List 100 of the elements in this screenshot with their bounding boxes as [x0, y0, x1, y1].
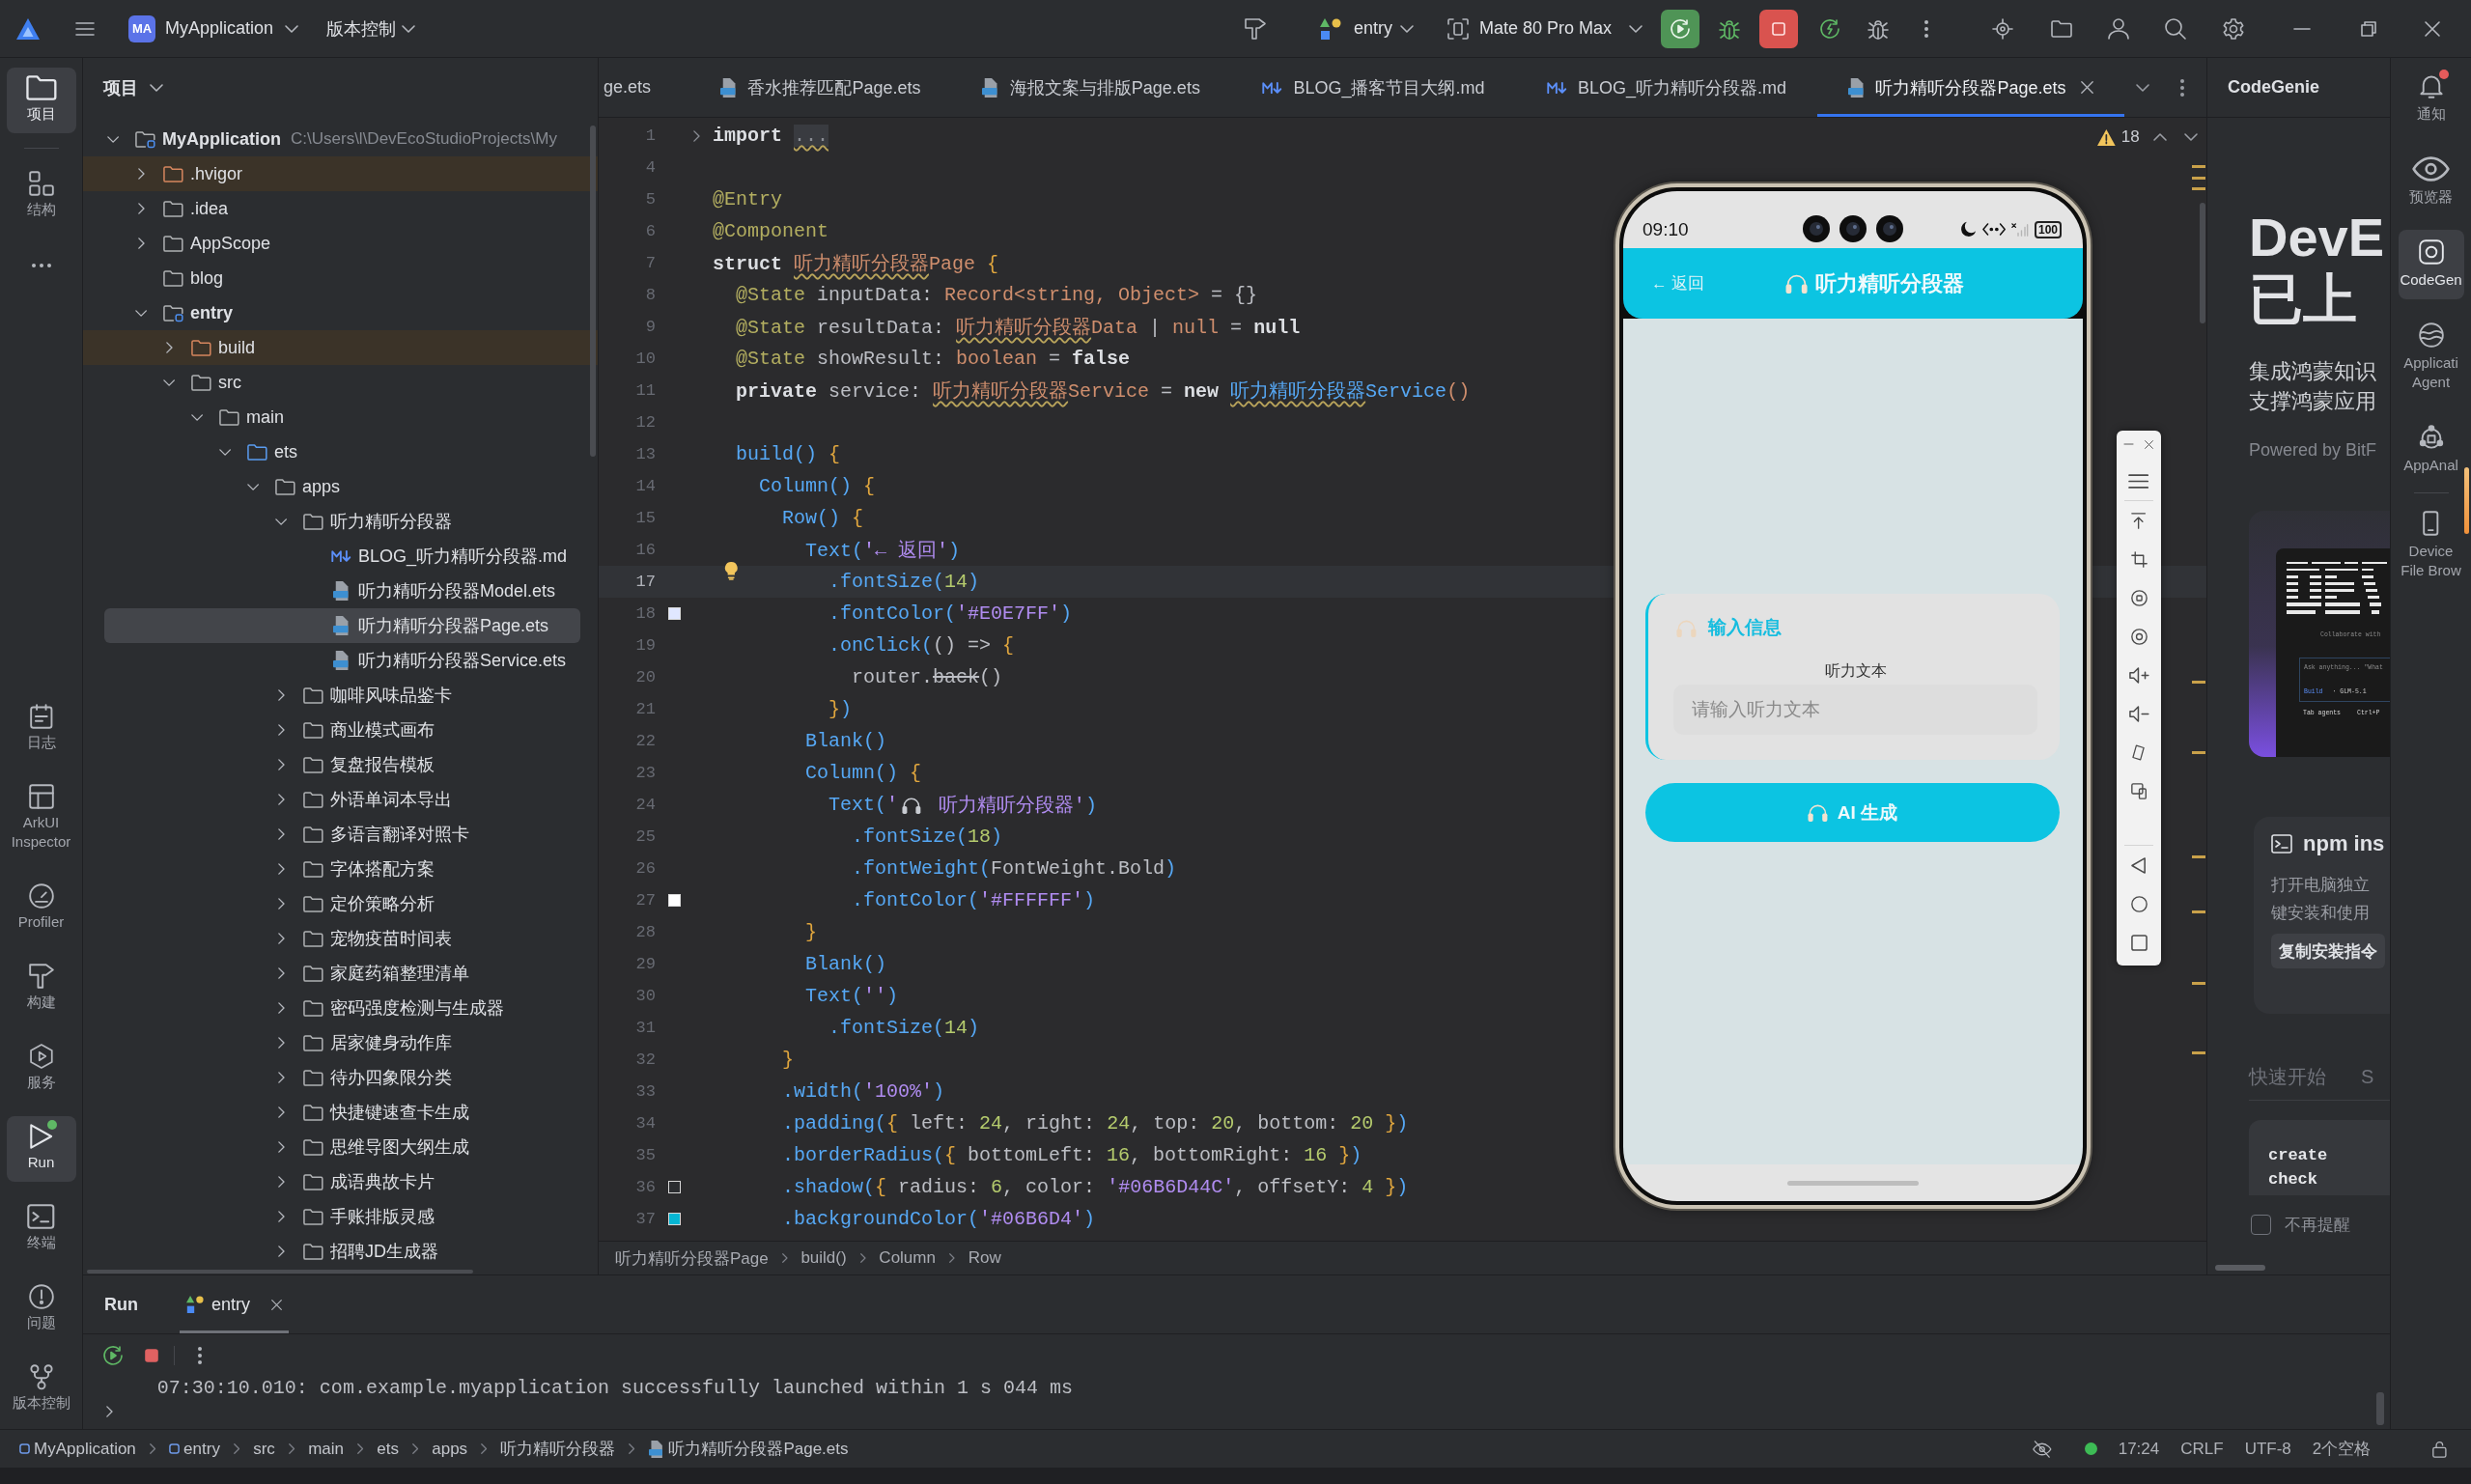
run-config-menu[interactable]: entry [1319, 17, 1414, 40]
run-tab[interactable]: entry [180, 1275, 290, 1333]
chevron-right-icon[interactable] [137, 203, 145, 214]
breadcrumb-item[interactable]: Row [968, 1248, 1001, 1268]
tree-item[interactable]: 居家健身动作库 [272, 1025, 452, 1060]
chevron-right-icon[interactable] [277, 1072, 285, 1083]
chevron-right-icon[interactable] [137, 238, 145, 249]
color-swatch-icon[interactable] [668, 1181, 681, 1193]
target-icon[interactable] [1992, 17, 2013, 40]
tree-item[interactable]: 多语言翻译对照卡 [272, 817, 469, 852]
user-icon[interactable] [2108, 17, 2129, 40]
scrollbar-thumb[interactable] [2200, 203, 2205, 323]
scrollbar-thumb[interactable] [87, 1270, 473, 1274]
tool-window-button[interactable]: 服务 [6, 1036, 76, 1102]
tool-window-button[interactable]: Run [6, 1116, 76, 1182]
chevron-right-icon[interactable] [277, 1106, 285, 1118]
bug-icon[interactable] [1719, 17, 1740, 40]
breadcrumb-item[interactable]: Column [879, 1248, 936, 1268]
tool-window-button[interactable]: 项目 [6, 68, 76, 133]
more-icon[interactable] [31, 264, 51, 267]
chevron-down-icon[interactable] [134, 309, 148, 317]
stop-icon[interactable] [145, 1349, 158, 1362]
chevron-down-icon[interactable] [218, 448, 232, 456]
more-icon[interactable] [1924, 19, 1928, 38]
tree-item[interactable]: build [83, 330, 598, 365]
ring-dot-icon[interactable] [2130, 628, 2148, 645]
chevron-right-icon[interactable] [277, 933, 285, 944]
back-icon[interactable] [2131, 856, 2147, 874]
tree-item[interactable]: 听力精听分段器 [272, 504, 452, 539]
tree-item[interactable]: 密码强度检测与生成器 [272, 991, 504, 1025]
breadcrumb-item[interactable]: apps [432, 1439, 468, 1459]
line-separator[interactable]: CRLF [2180, 1439, 2224, 1459]
tool-window-button[interactable]: CodeGen [2398, 230, 2464, 299]
settings-icon[interactable] [2223, 17, 2244, 40]
chevron-right-icon[interactable] [277, 1002, 285, 1014]
tool-window-button[interactable]: AppAnal [2398, 415, 2464, 485]
tree-item[interactable]: 成语典故卡片 [272, 1164, 435, 1199]
tool-window-button[interactable]: 预览器 [2398, 147, 2464, 216]
minimize-icon[interactable] [2294, 27, 2310, 30]
tree-item[interactable]: 咖啡风味品鉴卡 [272, 678, 452, 713]
lightbulb-icon[interactable] [724, 561, 739, 580]
more-icon[interactable] [198, 1347, 202, 1364]
breadcrumb-item[interactable]: 听力精听分段器Page [615, 1246, 769, 1270]
tree-item[interactable]: ets [216, 434, 297, 469]
tree-item[interactable]: .idea [132, 191, 229, 226]
color-swatch-icon[interactable] [668, 1213, 681, 1225]
editor-tab[interactable]: 海报文案与排版Page.ets [951, 58, 1231, 117]
restore-icon[interactable] [2361, 20, 2376, 37]
rerun-button[interactable] [1661, 9, 1699, 48]
chevron-down-icon[interactable] [190, 413, 204, 421]
tree-item[interactable]: 家庭药箱整理清单 [272, 956, 469, 991]
tool-window-button[interactable]: 结构 [6, 163, 76, 229]
tool-window-button[interactable]: 通知 [2398, 64, 2464, 133]
volume-down-icon[interactable] [2128, 705, 2149, 722]
tool-window-button[interactable]: Profiler [6, 876, 76, 941]
breadcrumb-item[interactable]: MyApplication [19, 1439, 136, 1459]
chevron-right-icon[interactable] [165, 342, 173, 353]
breadcrumb-item[interactable]: entry [169, 1439, 220, 1459]
chevron-down-icon[interactable] [2136, 83, 2149, 92]
chevron-down-icon[interactable] [162, 378, 176, 386]
chevron-right-icon[interactable] [277, 898, 285, 910]
chevron-up-icon[interactable] [2152, 133, 2167, 141]
file-encoding[interactable]: UTF-8 [2244, 1439, 2291, 1459]
editor-tab[interactable]: ge.ets [599, 58, 690, 117]
chevron-right-icon[interactable] [277, 967, 285, 979]
project-view-menu[interactable]: 项目 [103, 76, 163, 99]
close-icon[interactable] [2425, 20, 2440, 37]
chevron-right-icon[interactable] [277, 1176, 285, 1188]
scrollbar-thumb[interactable] [590, 126, 596, 457]
devices-icon[interactable] [2130, 782, 2148, 799]
chevron-right-icon[interactable] [277, 828, 285, 840]
search-icon[interactable] [2165, 17, 2186, 40]
tree-item[interactable]: src [160, 365, 241, 400]
close-icon[interactable] [271, 1299, 283, 1310]
tree-item[interactable]: 听力精听分段器Model.ets [300, 574, 556, 608]
color-swatch-icon[interactable] [668, 607, 681, 620]
chevron-right-icon[interactable] [693, 129, 700, 142]
tree-item[interactable]: 外语单词本导出 [272, 782, 452, 817]
breadcrumb-item[interactable]: main [308, 1439, 344, 1459]
tool-window-button[interactable]: 问题 [6, 1276, 76, 1342]
tool-window-button[interactable]: 构建 [6, 956, 76, 1022]
rotate-icon[interactable] [2131, 743, 2147, 761]
tree-item[interactable]: 听力精听分段器Service.ets [300, 643, 567, 678]
tree-item[interactable]: 定价策略分析 [272, 886, 435, 921]
tool-window-button[interactable]: 终端 [6, 1196, 76, 1262]
eye-off-icon[interactable] [2033, 1440, 2052, 1458]
menu-icon[interactable] [75, 20, 95, 37]
tree-item[interactable]: AppScope [132, 226, 271, 261]
cursor-position[interactable]: 17:24 [2118, 1439, 2160, 1459]
chevron-right-icon[interactable] [277, 863, 285, 875]
tree-item[interactable]: MyApplication C:\Users\l\DevEcoStudioProjects\My [104, 122, 557, 156]
tool-window-button[interactable]: 版本控制 [6, 1357, 76, 1422]
chevron-right-icon[interactable] [277, 724, 285, 736]
chevron-down-icon[interactable] [246, 483, 260, 490]
close-icon[interactable] [2145, 439, 2153, 449]
hammer-icon[interactable] [1244, 17, 1266, 40]
scrollbar-thumb[interactable] [2464, 467, 2469, 534]
crop-icon[interactable] [2130, 550, 2148, 568]
tool-window-button[interactable]: 日志 [6, 696, 76, 762]
folder-icon[interactable] [2051, 19, 2072, 38]
